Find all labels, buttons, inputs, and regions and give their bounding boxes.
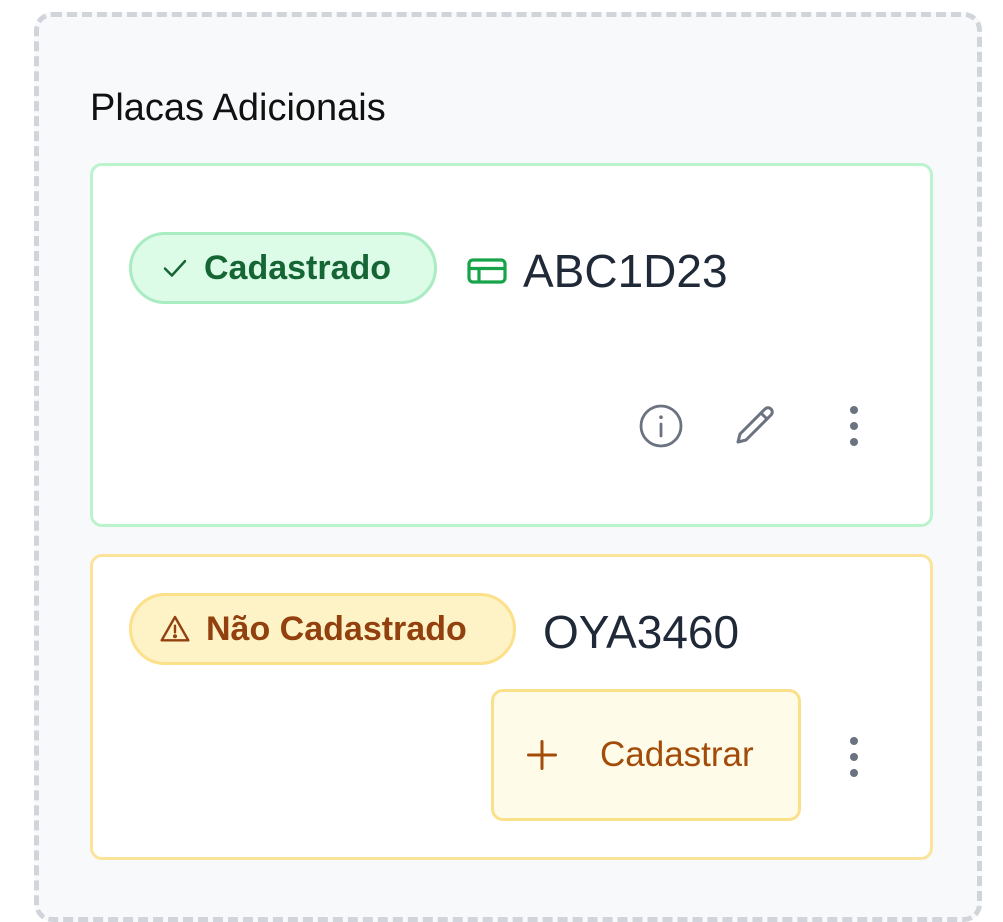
pencil-icon: [736, 406, 774, 444]
plate-number-row: OYA3460: [543, 609, 739, 655]
info-button[interactable]: [633, 398, 689, 454]
kebab-menu-icon: [850, 737, 858, 777]
plate-number: OYA3460: [543, 606, 740, 658]
plate-number-row: ABC1D23: [467, 248, 728, 294]
status-badge-label: Não Cadastrado: [206, 610, 467, 648]
status-badge-registered: Cadastrado: [129, 232, 437, 304]
kebab-menu-icon: [850, 406, 858, 446]
register-plate-button[interactable]: Cadastrar: [491, 689, 801, 821]
status-badge-label: Cadastrado: [204, 249, 392, 287]
info-icon: [639, 404, 683, 448]
plate-number: ABC1D23: [523, 245, 728, 297]
check-icon: [163, 259, 187, 277]
plate-card-icon: [467, 257, 507, 285]
warning-triangle-icon: [160, 615, 190, 642]
edit-button[interactable]: [728, 398, 784, 454]
more-options-button[interactable]: [826, 729, 882, 785]
status-badge-unregistered: Não Cadastrado: [129, 593, 516, 665]
more-options-button[interactable]: [826, 398, 882, 454]
section-title: Placas Adicionais: [90, 87, 386, 129]
plate-card-unregistered: Não Cadastrado OYA3460 Cadastrar: [90, 554, 933, 860]
plate-card-registered: Cadastrado ABC1D23: [90, 163, 933, 527]
additional-plates-panel: Placas Adicionais Cadastrado ABC1D23 Não…: [34, 12, 982, 922]
plus-icon: [524, 737, 560, 773]
register-button-label: Cadastrar: [600, 735, 754, 774]
